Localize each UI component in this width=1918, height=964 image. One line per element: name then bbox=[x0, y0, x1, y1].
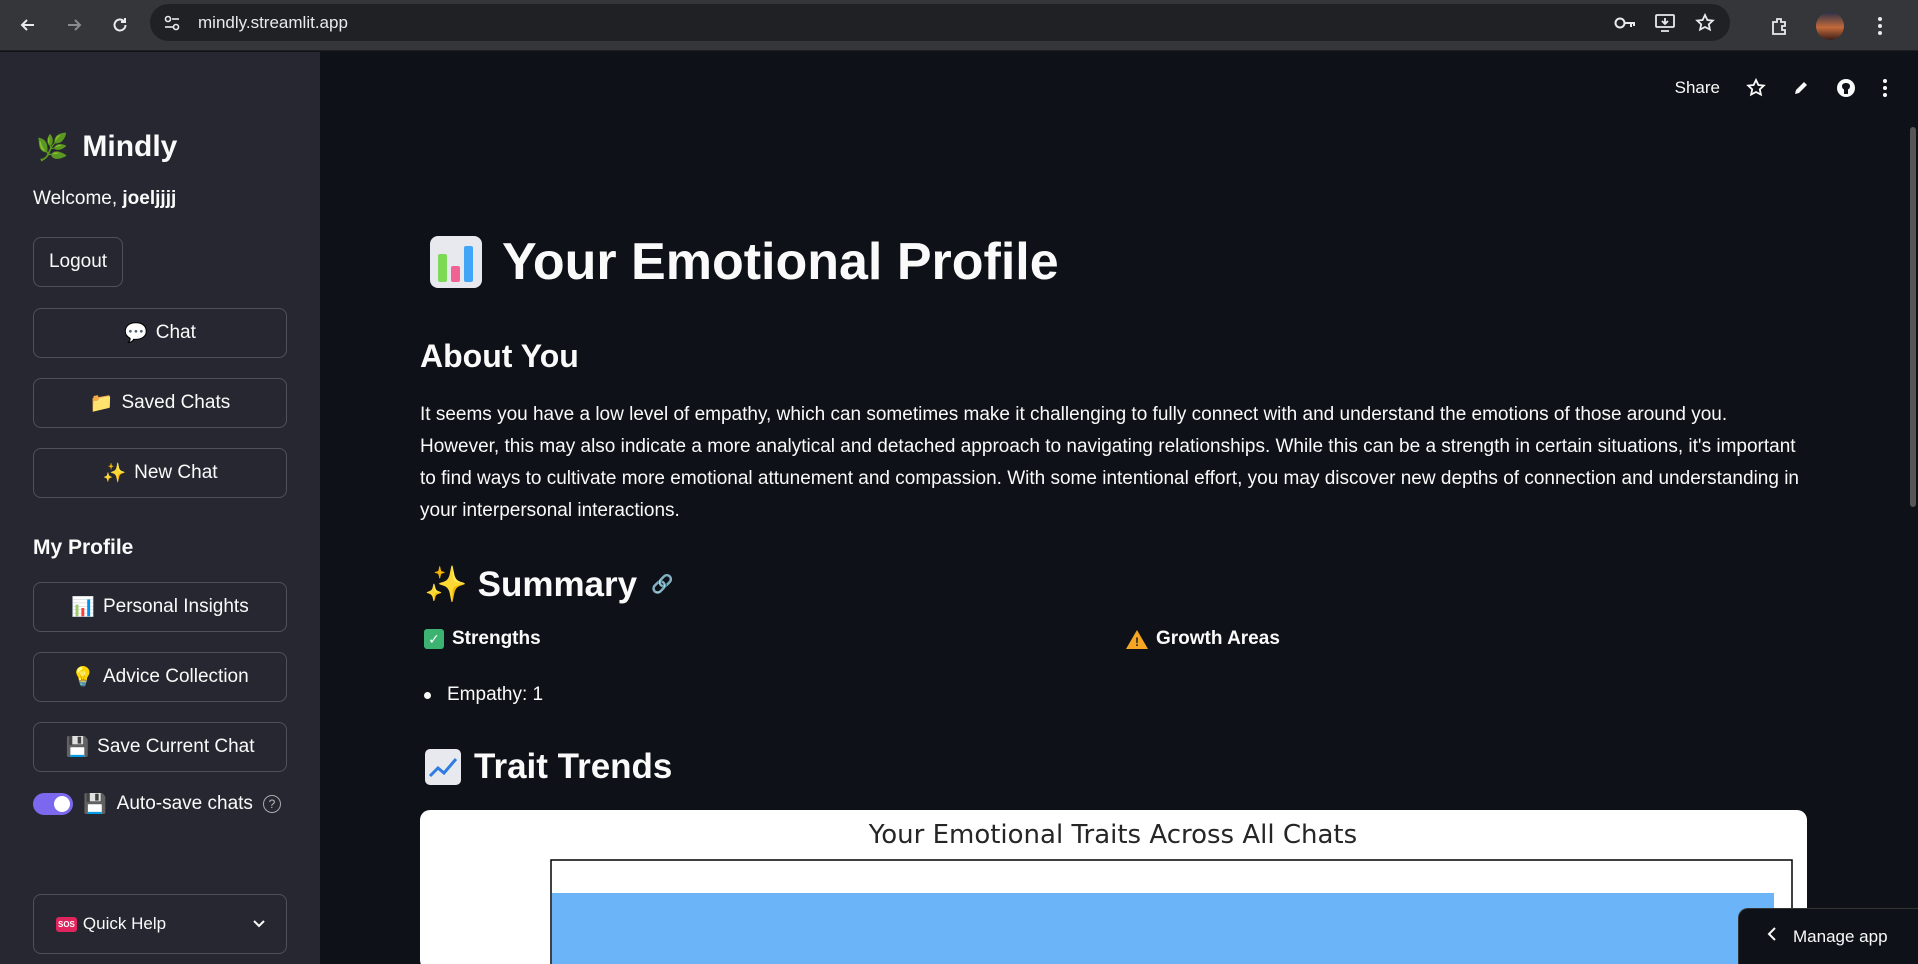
logout-button[interactable]: Logout bbox=[33, 237, 123, 287]
site-settings-icon[interactable] bbox=[158, 9, 186, 37]
share-button[interactable]: Share bbox=[1675, 78, 1720, 98]
chat-button[interactable]: 💬 Chat bbox=[33, 308, 287, 358]
quick-help-label: Quick Help bbox=[82, 914, 167, 933]
star-icon[interactable] bbox=[1746, 78, 1766, 98]
quick-help-expander[interactable]: SOS Quick Help bbox=[33, 894, 287, 954]
save-current-chat-button[interactable]: 💾 Save Current Chat bbox=[33, 722, 287, 772]
url-text[interactable]: mindly.streamlit.app bbox=[198, 13, 348, 33]
chart-increasing-icon bbox=[425, 749, 461, 785]
saved-chats-label: Saved Chats bbox=[121, 392, 231, 413]
about-text: It seems you have a low level of empathy… bbox=[420, 404, 1799, 521]
back-icon[interactable] bbox=[8, 5, 48, 45]
manage-app-button[interactable]: Manage app bbox=[1738, 908, 1918, 964]
password-key-icon[interactable] bbox=[1614, 12, 1636, 34]
chat-label: Chat bbox=[155, 322, 196, 343]
strengths-label: Strengths bbox=[452, 628, 541, 649]
brand-name: Mindly bbox=[82, 130, 178, 163]
bar-chart-icon: 📊 bbox=[71, 597, 95, 618]
summary-heading: ✨ Summary 🔗 bbox=[424, 564, 674, 605]
username: joeljjjj bbox=[122, 188, 177, 209]
anchor-link-icon[interactable]: 🔗 bbox=[651, 574, 673, 595]
github-icon[interactable] bbox=[1836, 78, 1856, 98]
profile-avatar[interactable] bbox=[1816, 11, 1844, 40]
sparkles-icon: ✨ bbox=[424, 565, 468, 604]
strength-item: Empathy: 1 bbox=[447, 684, 544, 705]
welcome-text: Welcome, joeljjjj bbox=[33, 188, 176, 210]
chart-title: Your Emotional Traits Across All Chats bbox=[868, 820, 1357, 850]
advice-collection-label: Advice Collection bbox=[102, 666, 249, 687]
strengths-list: Empathy: 1 bbox=[420, 684, 543, 706]
sidebar: 🌿 Mindly Welcome, joeljjjj Logout 💬 Chat… bbox=[0, 52, 320, 964]
lightbulb-icon: 💡 bbox=[71, 667, 95, 688]
strengths-heading: ✓ Strengths bbox=[424, 628, 541, 650]
autosave-toggle[interactable] bbox=[33, 793, 73, 815]
growth-areas-heading: ! Growth Areas bbox=[1126, 628, 1280, 650]
trait-trends-heading: Trait Trends bbox=[424, 747, 672, 787]
brand: 🌿 Mindly bbox=[36, 130, 177, 164]
chart-bar bbox=[552, 893, 1774, 964]
forward-icon[interactable] bbox=[54, 5, 94, 45]
logout-label: Logout bbox=[48, 251, 108, 272]
new-chat-button[interactable]: ✨ New Chat bbox=[33, 448, 287, 498]
quick-help-header: SOS Quick Help bbox=[56, 914, 252, 934]
my-profile-heading: My Profile bbox=[33, 536, 134, 559]
floppy-disk-icon: 💾 bbox=[65, 737, 90, 758]
install-app-icon[interactable] bbox=[1654, 12, 1676, 34]
personal-insights-label: Personal Insights bbox=[102, 596, 249, 617]
reload-icon[interactable] bbox=[100, 5, 140, 45]
advice-collection-button[interactable]: 💡 Advice Collection bbox=[33, 652, 287, 702]
summary-heading-text: Summary bbox=[477, 564, 638, 604]
manage-app-label: Manage app bbox=[1793, 926, 1888, 946]
saved-chats-button[interactable]: 📁 Saved Chats bbox=[33, 378, 287, 428]
save-current-chat-label: Save Current Chat bbox=[97, 736, 255, 757]
app-toolbar: Share bbox=[1675, 78, 1888, 98]
folder-icon: 📁 bbox=[89, 393, 114, 414]
list-item: Empathy: 1 bbox=[420, 684, 543, 706]
chart-canvas: Your Emotional Traits Across All Chats bbox=[550, 820, 1793, 964]
chrome-menu-icon[interactable] bbox=[1868, 14, 1892, 38]
edit-pencil-icon[interactable] bbox=[1792, 79, 1810, 97]
trait-trends-text: Trait Trends bbox=[474, 747, 673, 786]
chevron-left-icon bbox=[1767, 926, 1777, 947]
trait-chart: Your Emotional Traits Across All Chats bbox=[420, 810, 1807, 964]
herb-icon: 🌿 bbox=[36, 131, 69, 162]
autosave-row: 💾 Auto-save chats ? bbox=[33, 792, 281, 816]
main-menu-icon[interactable] bbox=[1882, 78, 1888, 98]
address-bar[interactable]: mindly.streamlit.app bbox=[150, 4, 1730, 41]
chevron-down-icon bbox=[252, 914, 266, 934]
help-tooltip-icon[interactable]: ? bbox=[262, 795, 281, 813]
main-content: Share Your Emotional Profile About You I… bbox=[320, 52, 1918, 964]
new-chat-label: New Chat bbox=[134, 462, 218, 483]
scrollbar[interactable] bbox=[1910, 127, 1916, 507]
sos-icon: SOS bbox=[56, 916, 77, 932]
checkmark-icon: ✓ bbox=[424, 629, 444, 649]
about-heading: About You bbox=[420, 338, 579, 374]
personal-insights-button[interactable]: 📊 Personal Insights bbox=[33, 582, 287, 632]
warning-icon: ! bbox=[1126, 629, 1148, 649]
autosave-label: Auto-save chats bbox=[116, 793, 253, 814]
page-heading: Your Emotional Profile bbox=[502, 233, 1059, 291]
bookmark-star-icon[interactable] bbox=[1694, 12, 1716, 34]
floppy-disk-icon: 💾 bbox=[83, 794, 107, 815]
extensions-icon[interactable] bbox=[1768, 14, 1792, 38]
growth-areas-label: Growth Areas bbox=[1156, 628, 1280, 649]
bar-chart-icon bbox=[430, 236, 482, 288]
browser-toolbar: mindly.streamlit.app bbox=[0, 0, 1918, 51]
welcome-prefix: Welcome, bbox=[33, 188, 123, 209]
sparkles-icon: ✨ bbox=[102, 463, 127, 484]
page-title: Your Emotional Profile bbox=[428, 232, 1059, 292]
speech-bubble-icon: 💬 bbox=[124, 323, 148, 344]
